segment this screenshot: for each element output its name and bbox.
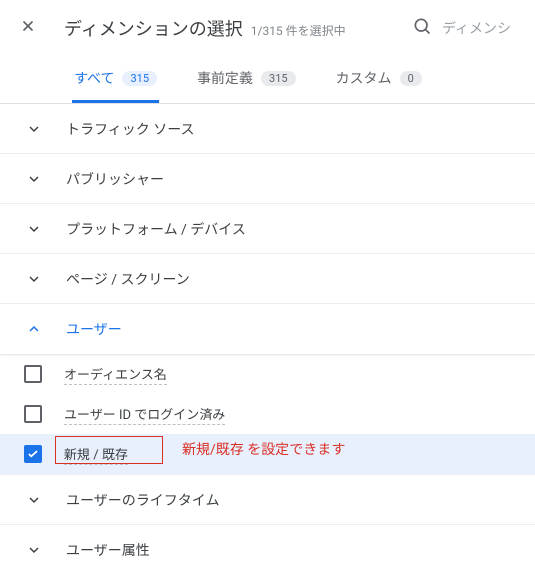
chevron-up-icon xyxy=(24,319,44,339)
chevron-down-icon xyxy=(24,540,44,560)
group-user-items: オーディエンス名 ユーザー ID でログイン済み 新規 / 既存 xyxy=(0,354,535,475)
chevron-down-icon xyxy=(24,119,44,139)
tab-label: 事前定義 xyxy=(197,68,253,88)
group-user[interactable]: ユーザー xyxy=(0,304,535,354)
chevron-down-icon xyxy=(24,219,44,239)
item-new-returning[interactable]: 新規 / 既存 xyxy=(0,434,535,474)
tab-count: 315 xyxy=(122,71,157,86)
group-label: トラフィック ソース xyxy=(66,119,195,139)
group-label: ユーザー xyxy=(66,319,122,339)
group-user-attributes[interactable]: ユーザー属性 xyxy=(0,525,535,569)
checkbox-checked-icon xyxy=(24,445,42,463)
group-label: プラットフォーム / デバイス xyxy=(66,219,246,239)
group-page-screen[interactable]: ページ / スクリーン xyxy=(0,254,535,304)
item-label: 新規 / 既存 xyxy=(64,444,128,465)
group-label: ユーザー属性 xyxy=(66,540,150,560)
tabs: すべて 315 事前定義 315 カスタム 0 xyxy=(0,56,535,104)
group-traffic-source[interactable]: トラフィック ソース xyxy=(0,104,535,154)
tab-all[interactable]: すべて 315 xyxy=(72,56,159,103)
search-icon xyxy=(412,16,432,40)
group-label: ページ / スクリーン xyxy=(66,269,190,289)
group-platform-device[interactable]: プラットフォーム / デバイス xyxy=(0,204,535,254)
item-label: ユーザー ID でログイン済み xyxy=(64,404,225,425)
item-logged-in-userid[interactable]: ユーザー ID でログイン済み xyxy=(0,394,535,434)
item-audience-name[interactable]: オーディエンス名 xyxy=(0,354,535,394)
checkbox-unchecked-icon xyxy=(24,405,42,423)
close-icon xyxy=(19,17,37,39)
group-label: ユーザーのライフタイム xyxy=(66,490,219,510)
tab-label: すべて xyxy=(74,68,114,88)
search-placeholder: ディメンシ xyxy=(442,18,511,38)
tab-count: 0 xyxy=(400,71,422,86)
group-user-lifetime[interactable]: ユーザーのライフタイム xyxy=(0,475,535,525)
chevron-down-icon xyxy=(24,490,44,510)
item-label: オーディエンス名 xyxy=(64,364,167,385)
dimension-list: トラフィック ソース パブリッシャー プラットフォーム / デバイス ページ /… xyxy=(0,104,535,569)
search-input[interactable]: ディメンシ xyxy=(404,16,519,40)
tab-custom[interactable]: カスタム 0 xyxy=(334,56,424,103)
group-label: パブリッシャー xyxy=(66,169,164,189)
tab-count: 315 xyxy=(261,71,296,86)
group-publisher[interactable]: パブリッシャー xyxy=(0,154,535,204)
tab-label: カスタム xyxy=(336,68,392,88)
chevron-down-icon xyxy=(24,269,44,289)
tab-predefined[interactable]: 事前定義 315 xyxy=(195,56,298,103)
selection-count: 1/315 件を選択中 xyxy=(251,22,346,39)
close-button[interactable] xyxy=(8,8,48,48)
chevron-down-icon xyxy=(24,169,44,189)
dialog-title: ディメンションの選択 xyxy=(64,15,243,41)
checkbox-unchecked-icon xyxy=(24,365,42,383)
